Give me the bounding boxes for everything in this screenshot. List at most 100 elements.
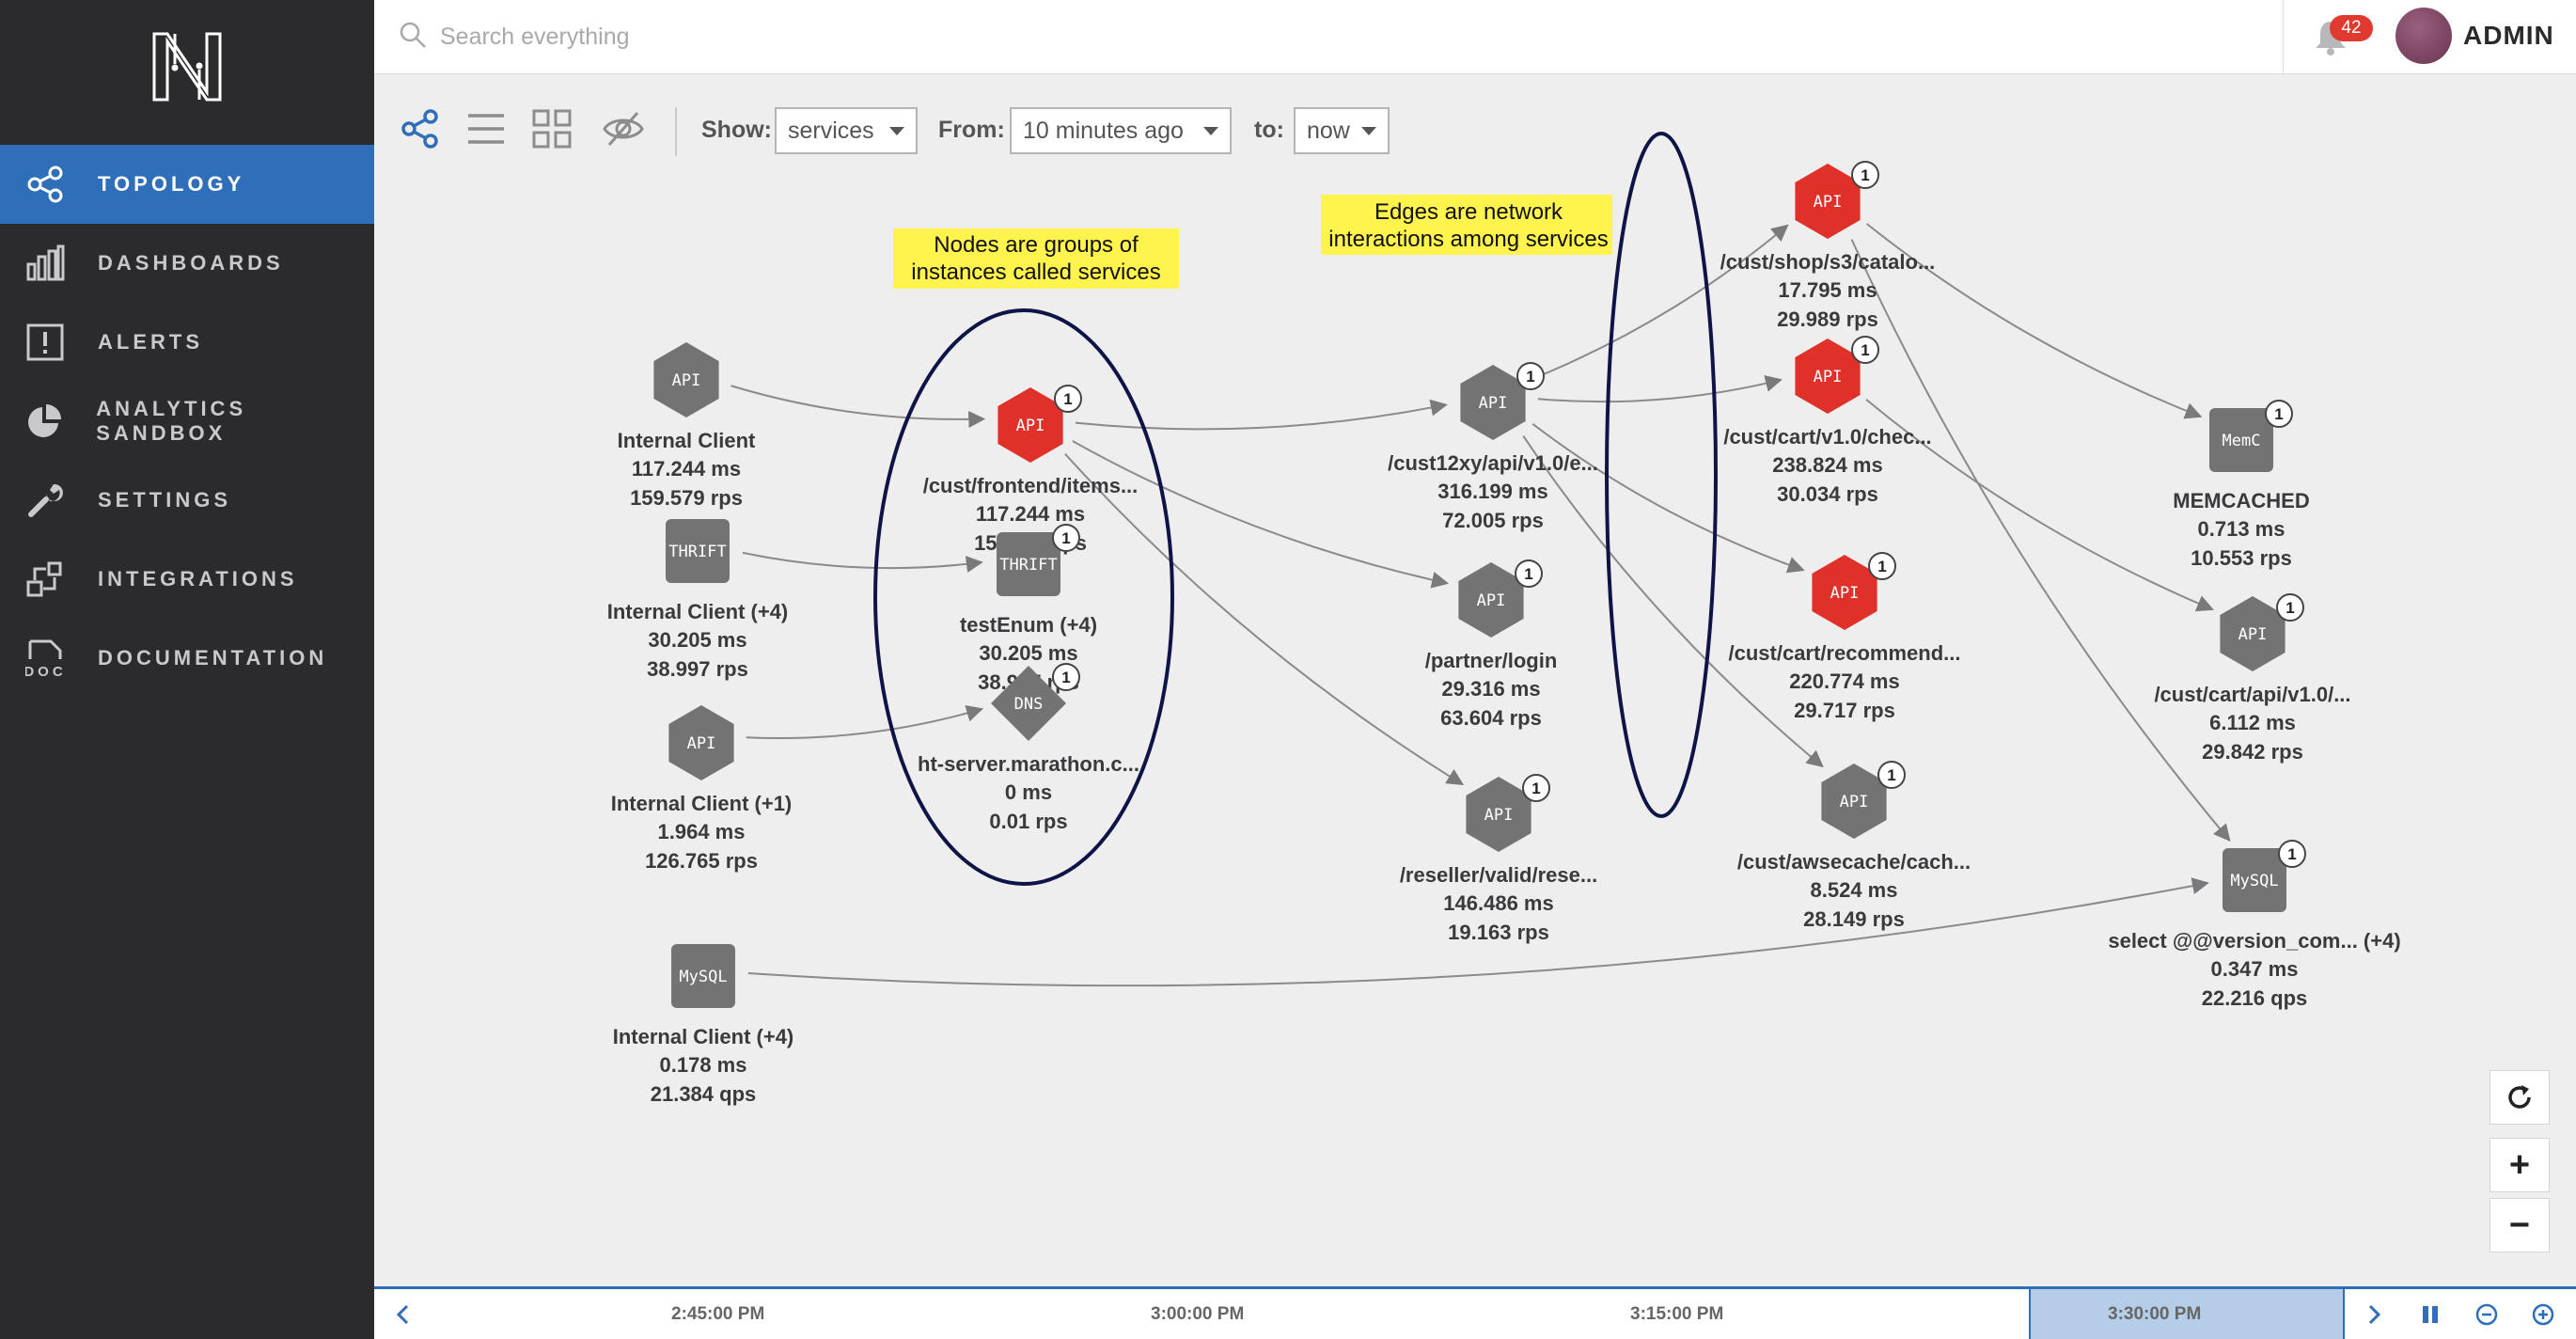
node-name: Internal Client (+4)	[607, 600, 789, 623]
instance-count: 1	[2274, 405, 2283, 423]
note-text: interactions among services	[1328, 227, 1608, 252]
node-latency: 146.486 ms	[1443, 891, 1553, 915]
node-type-label: API	[687, 734, 716, 753]
service-node[interactable]: THRIFT Internal Client (+4) 30.205 ms 38.99…	[607, 519, 789, 681]
instance-count: 1	[1531, 780, 1540, 797]
zoom-in-button[interactable]: +	[2490, 1138, 2550, 1192]
node-rate: 72.005 rps	[1442, 509, 1544, 532]
timeline-tick: 3:15:00 PM	[1630, 1304, 1724, 1324]
node-type-label: DNS	[1014, 695, 1044, 714]
service-node[interactable]: API 1/cust/awsecache/cach... 8.524 ms 28.14…	[1737, 761, 1971, 931]
node-latency: 8.524 ms	[1811, 878, 1898, 902]
edge-frontend-reseller[interactable]	[1064, 453, 1465, 785]
edge-ic1-frontend[interactable]	[730, 385, 986, 429]
service-node[interactable]: API 1/reseller/valid/rese... 146.486 ms 19.…	[1400, 774, 1597, 944]
edge-ic3-dns[interactable]	[746, 704, 984, 740]
node-latency: 0.178 ms	[660, 1053, 747, 1077]
pause-button[interactable]	[2414, 1299, 2446, 1331]
node-name: /cust/shop/s3/catalo...	[1720, 250, 1936, 274]
node-latency: 220.774 ms	[1789, 670, 1899, 693]
pause-icon	[2423, 1306, 2438, 1323]
service-node[interactable]: MemC 1 MEMCACHED 0.713 ms 10.553 rps	[2173, 400, 2310, 570]
service-node[interactable]: API 1/cust/cart/v1.0/chec... 238.824 ms 30.…	[1723, 336, 1932, 506]
node-rate: 63.604 rps	[1440, 706, 1542, 730]
node-rate: 0.01 rps	[989, 810, 1067, 833]
node-rate: 38.997 rps	[647, 657, 748, 681]
timeline-zoom-out-button[interactable]	[2471, 1299, 2503, 1331]
node-name: /cust/awsecache/cach...	[1737, 850, 1971, 874]
instance-count: 1	[2285, 599, 2294, 617]
node-type-label: API	[672, 371, 701, 390]
instance-count: 1	[1861, 166, 1869, 184]
node-type-label: API	[1814, 193, 1843, 212]
timeline-tick: 2:45:00 PM	[671, 1304, 765, 1324]
node-type-label: API	[2238, 625, 2268, 644]
instance-count: 1	[1887, 766, 1895, 784]
node-rate: 159.579 rps	[630, 486, 743, 510]
service-node[interactable]: MySQL Internal Client (+4) 0.178 ms 21.384 …	[613, 944, 794, 1106]
node-name: select @@version_com... (+4)	[2108, 929, 2400, 953]
node-name: Internal Client (+1)	[611, 792, 793, 815]
service-node[interactable]: API1/cust/frontend/items...117.244 ms159…	[923, 385, 1139, 555]
node-type-label: MySQL	[679, 968, 727, 986]
edge-ic2-testenum[interactable]	[742, 551, 983, 573]
refresh-button[interactable]	[2490, 1070, 2550, 1125]
note-text: instances called services	[911, 260, 1160, 285]
node-latency: 1.964 ms	[658, 820, 746, 843]
edge-frontend-cust12xy[interactable]	[1075, 399, 1448, 431]
node-rate: 10.553 rps	[2191, 546, 2292, 570]
node-rate: 22.216 qps	[2202, 986, 2308, 1010]
instance-count: 1	[1526, 368, 1534, 386]
node-latency: 0.713 ms	[2198, 517, 2285, 541]
zoom-out-icon	[2475, 1303, 2498, 1326]
node-rate: 29.842 rps	[2202, 740, 2303, 764]
node-type-label: API	[1830, 584, 1860, 603]
node-latency: 29.316 ms	[1441, 677, 1540, 701]
service-node[interactable]: API 1/partner/login 29.316 ms 63.604 rps	[1425, 559, 1558, 730]
zoom-out-button[interactable]: −	[2490, 1198, 2550, 1252]
service-node[interactable]: MySQL 1 select @@version_com... (+4) 0.347 …	[2108, 840, 2401, 1010]
timeline[interactable]: 2:45:00 PM 3:00:00 PM 3:15:00 PM 3:30:00…	[374, 1286, 2576, 1339]
node-type-label: API	[1016, 417, 1045, 435]
node-name: /cust12xy/api/v1.0/e...	[1388, 451, 1598, 475]
service-node[interactable]: API 1/cust/cart/api/v1.0/... 6.112 ms 29.84…	[2154, 593, 2351, 764]
node-latency: 117.244 ms	[632, 457, 741, 480]
node-type-label: API	[1484, 806, 1514, 825]
service-node[interactable]: API 1/cust/cart/recommend... 220.774 ms 29.…	[1729, 552, 1961, 722]
node-rate: 28.149 rps	[1803, 907, 1905, 931]
node-rate: 19.163 rps	[1448, 921, 1549, 944]
node-name: /cust/cart/v1.0/chec...	[1723, 425, 1931, 449]
node-name: testEnum (+4)	[960, 613, 1097, 637]
instance-count: 1	[1061, 529, 1070, 547]
edge-cust12xy-checkout[interactable]	[1537, 375, 1783, 403]
chevron-left-icon	[396, 1304, 409, 1325]
node-name: MEMCACHED	[2173, 489, 2309, 512]
node-type-label: THRIFT	[999, 556, 1057, 575]
node-type-label: API	[1479, 394, 1508, 413]
timeline-zoom-in-button[interactable]	[2527, 1299, 2559, 1331]
timeline-forward-button[interactable]	[2358, 1299, 2390, 1331]
node-latency: 117.244 ms	[976, 502, 1085, 526]
node-latency: 6.112 ms	[2209, 711, 2296, 734]
edges-annotation-note: Edges are network interactions among ser…	[1321, 195, 1612, 255]
node-rate: 29.989 rps	[1777, 307, 1878, 331]
node-latency: 0 ms	[1005, 780, 1052, 804]
instance-count: 1	[1063, 390, 1072, 408]
instance-count: 1	[1061, 669, 1070, 686]
refresh-icon	[2508, 1085, 2531, 1109]
service-node[interactable]: API 1/cust/shop/s3/catalo... 17.795 ms 29.9…	[1720, 161, 1936, 331]
service-node[interactable]: DNS 1 ht-server.marathon.c... 0 ms 0.01 rps	[918, 663, 1139, 833]
timeline-tick: 3:30:00 PM	[2108, 1304, 2202, 1324]
timeline-back-button[interactable]	[387, 1299, 419, 1331]
edge-catalog-mysql[interactable]	[1850, 239, 2231, 843]
node-type-label: API	[1814, 368, 1843, 386]
node-name: Internal Client	[618, 429, 756, 452]
service-node[interactable]: API Internal Client (+1) 1.964 ms 126.765 r…	[611, 705, 793, 873]
topology-graph[interactable]: Nodes are groups of instances called ser…	[0, 0, 2576, 1339]
node-name: /cust/cart/recommend...	[1729, 641, 1961, 665]
service-node[interactable]: API Internal Client 117.244 ms 159.579 rps	[618, 342, 756, 510]
node-type-label: MySQL	[2230, 872, 2278, 890]
node-rate: 126.765 rps	[645, 849, 758, 873]
node-latency: 238.824 ms	[1772, 453, 1882, 477]
chevron-right-icon	[2368, 1304, 2381, 1325]
